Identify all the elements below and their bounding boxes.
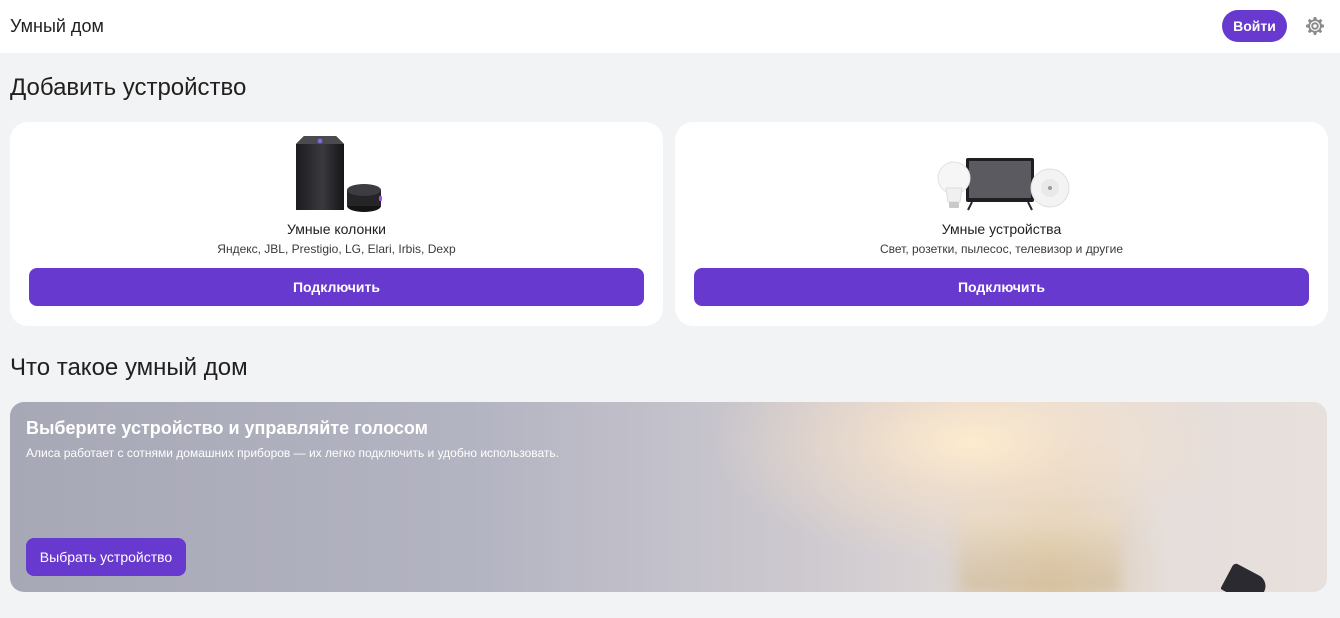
voice-control-banner: Выберите устройство и управляйте голосом… xyxy=(10,402,1327,592)
card-title: Умные устройства xyxy=(941,221,1062,237)
what-is-smart-home-title: Что такое умный дом xyxy=(10,354,248,381)
top-bar: Умный дом Войти xyxy=(0,0,1340,53)
banner-title: Выберите устройство и управляйте голосом xyxy=(26,418,428,438)
login-button[interactable]: Войти xyxy=(1222,10,1287,42)
smart-devices-card: Умные устройства Свет, розетки, пылесос,… xyxy=(675,122,1328,326)
app-title: Умный дом xyxy=(10,16,104,36)
smart-speakers-image xyxy=(295,136,382,212)
smart-speakers-card: Умные колонки Яндекс, JBL, Prestigio, LG… xyxy=(10,122,663,326)
card-title: Умные колонки xyxy=(287,221,386,237)
smart-devices-image xyxy=(937,158,1069,211)
connect-speakers-button[interactable]: Подключить xyxy=(29,268,644,306)
card-subtitle: Яндекс, JBL, Prestigio, LG, Elari, Irbis… xyxy=(217,242,456,256)
banner-background-detail xyxy=(960,512,1120,592)
banner-background-object xyxy=(1220,562,1270,592)
card-subtitle: Свет, розетки, пылесос, телевизор и друг… xyxy=(879,242,1124,256)
add-device-title: Добавить устройство xyxy=(10,74,247,101)
banner-subtitle: Алиса работает с сотнями домашних прибор… xyxy=(26,446,559,460)
gear-icon[interactable] xyxy=(1303,14,1327,38)
choose-device-button[interactable]: Выбрать устройство xyxy=(26,538,186,576)
connect-devices-button[interactable]: Подключить xyxy=(694,268,1309,306)
